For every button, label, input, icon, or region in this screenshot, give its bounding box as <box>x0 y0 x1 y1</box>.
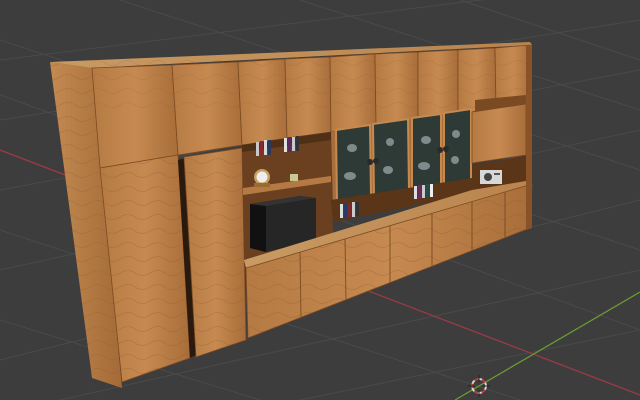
glass-door-3[interactable] <box>411 112 442 192</box>
radio-icon <box>480 170 502 184</box>
right-end-panel <box>526 45 532 230</box>
small-box <box>290 174 298 181</box>
3d-viewport[interactable] <box>0 0 640 400</box>
glass-door-1[interactable] <box>334 123 373 204</box>
wall-unit-cabinet[interactable] <box>50 42 533 388</box>
glass-door-2[interactable] <box>371 117 411 198</box>
clock-icon <box>254 169 270 187</box>
knob-icon <box>437 147 443 153</box>
knob-icon <box>373 158 379 164</box>
knob-icon <box>367 159 373 165</box>
knob-icon <box>443 146 449 152</box>
right-upper-panel <box>471 103 527 164</box>
